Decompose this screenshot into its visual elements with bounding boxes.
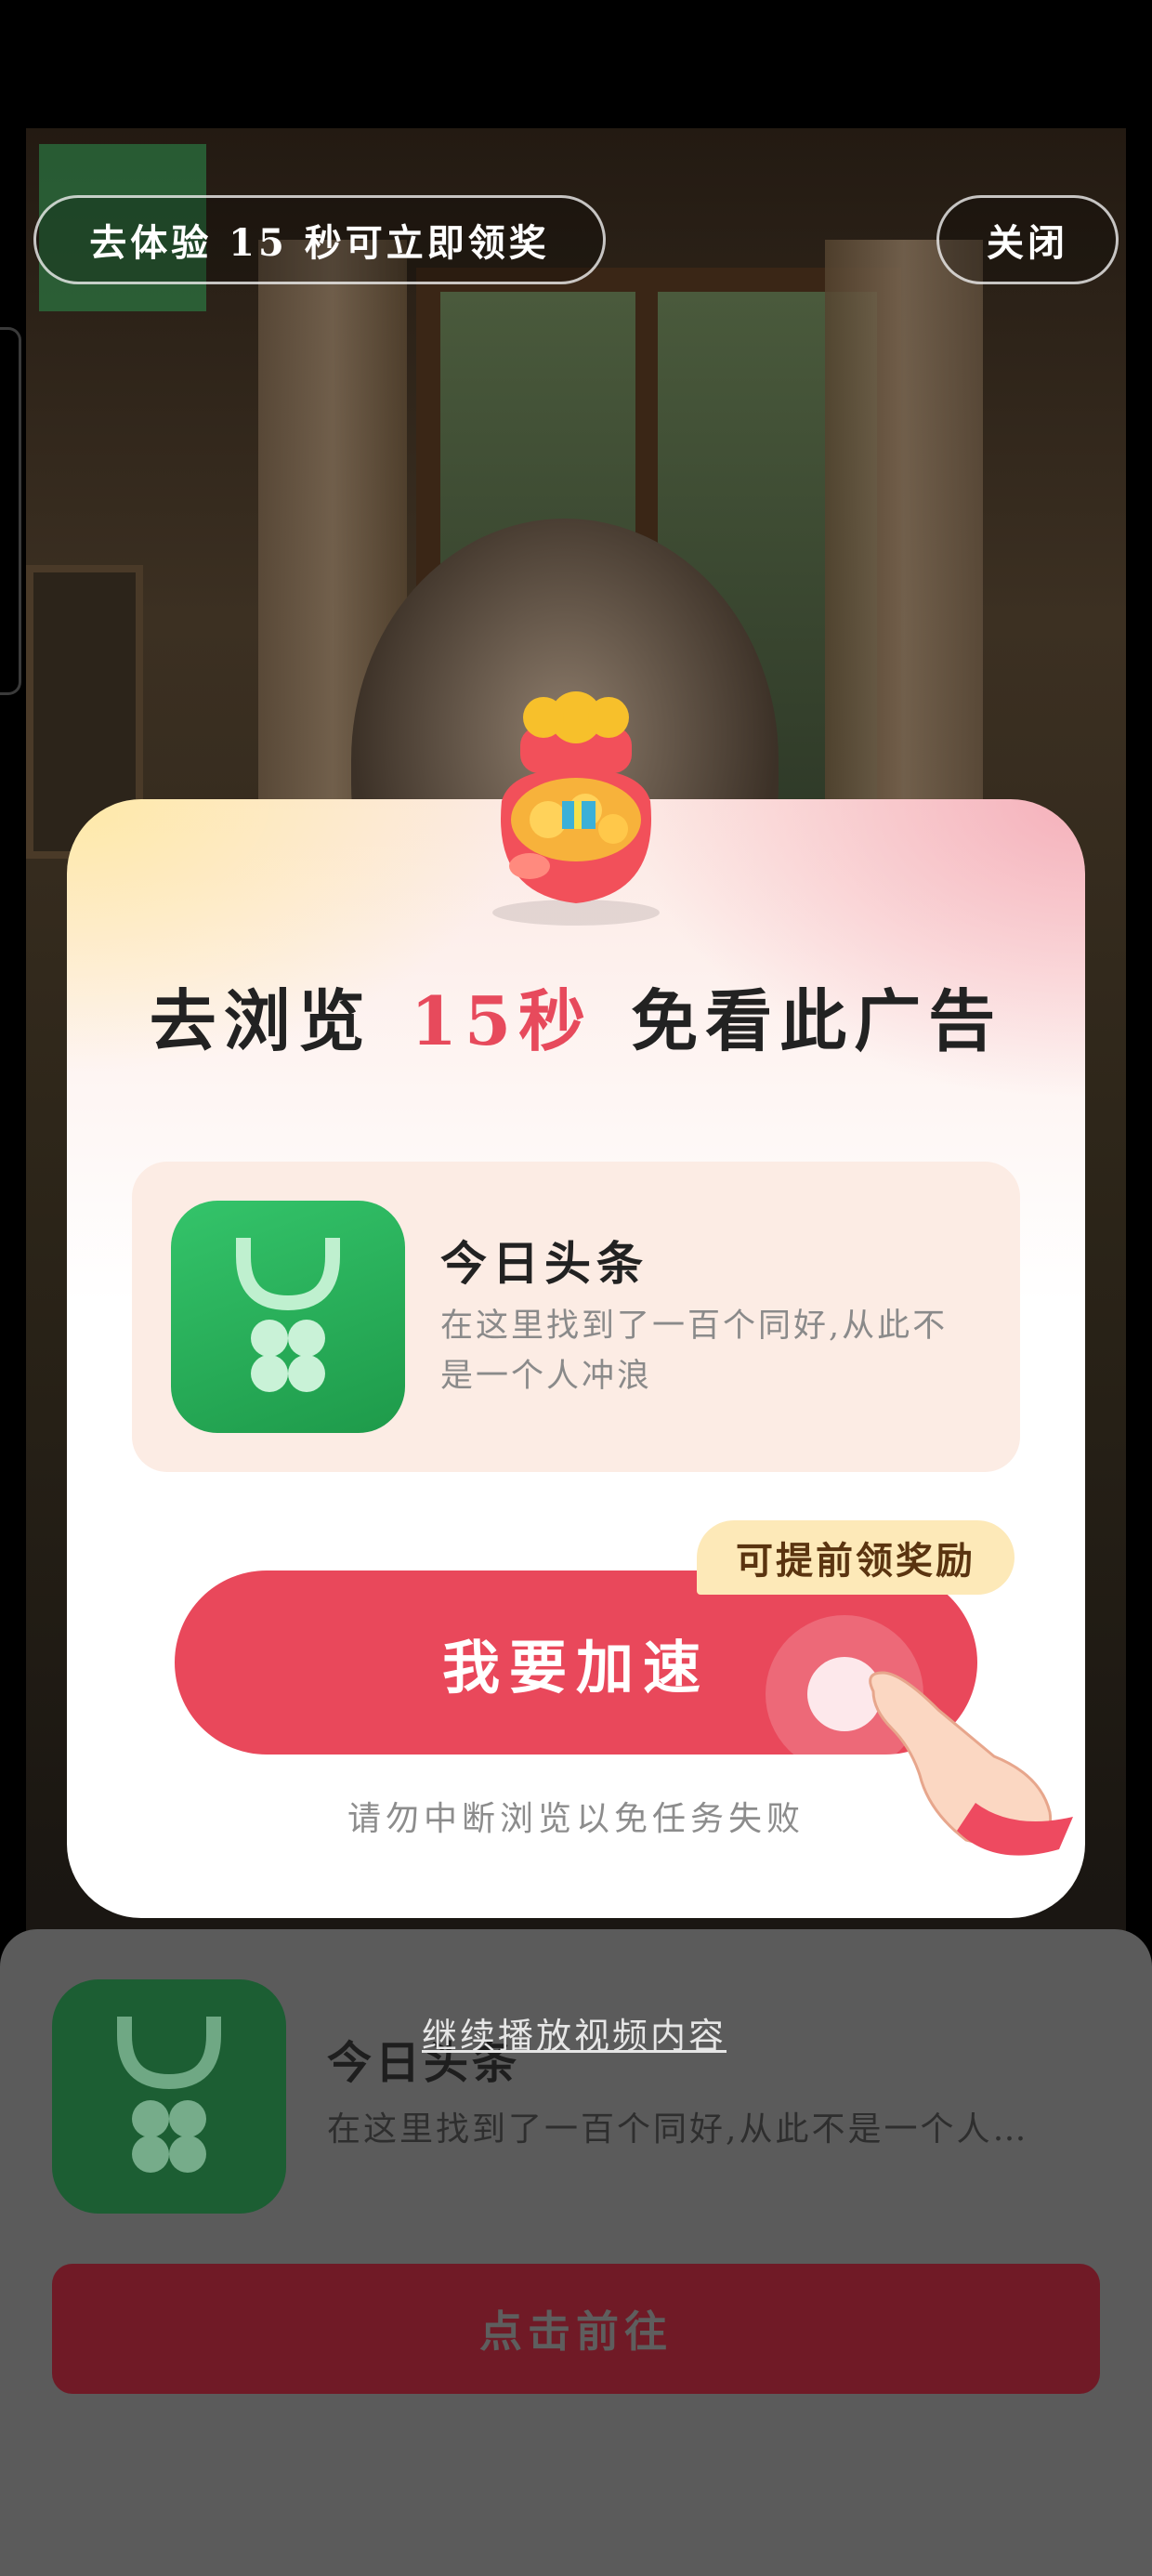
go-button-label: 点击前往: [479, 2307, 673, 2357]
toutiao-app-icon[interactable]: [171, 1201, 405, 1433]
bottom-app-icon[interactable]: [52, 1979, 286, 2214]
experience-text: 去体验 15 秒可立即领奖: [89, 221, 550, 265]
warning-text: 请勿中断浏览以免任务失败: [347, 1800, 805, 1838]
toutiao-logo-icon: [236, 1238, 340, 1392]
close-label: 关闭: [987, 221, 1068, 265]
bottom-app-description: 在这里找到了一百个同好,从此不是一个人…: [327, 2110, 1029, 2149]
title-highlight-seconds: 15秒: [403, 981, 600, 1060]
experience-countdown-pill: 去体验 15 秒可立即领奖: [33, 195, 606, 284]
title-after: 免看此广告: [631, 981, 1003, 1060]
go-button[interactable]: 点击前往: [52, 2264, 1100, 2394]
pointing-hand-icon: [869, 1671, 1073, 1856]
dialog-title: 去浏览 15秒 免看此广告: [0, 966, 1152, 1064]
app-name: 今日头条: [440, 1236, 648, 1291]
reward-jar-icon: [492, 691, 660, 926]
toutiao-logo-dim-icon: [117, 2017, 221, 2173]
app-description: 在这里找到了一百个同好,从此不是一个人冲浪: [440, 1308, 949, 1395]
close-button[interactable]: 关闭: [936, 195, 1119, 284]
side-edge-handle[interactable]: [0, 327, 21, 695]
early-reward-badge: 可提前领奖励: [697, 1520, 1015, 1595]
speed-up-label: 我要加速: [441, 1634, 710, 1702]
badge-label: 可提前领奖励: [736, 1539, 975, 1583]
title-before: 去浏览: [149, 981, 373, 1060]
continue-video-link[interactable]: 继续播放视频内容: [422, 2007, 727, 2058]
